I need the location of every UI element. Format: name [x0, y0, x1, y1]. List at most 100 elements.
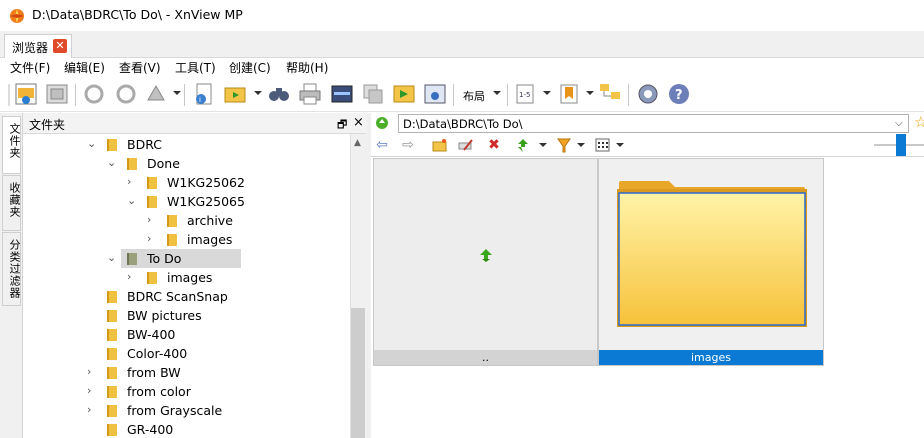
tree-item-label: BW pictures — [127, 308, 202, 323]
tree-item[interactable]: BW pictures — [23, 306, 350, 325]
transform-icon[interactable] — [144, 82, 168, 106]
tree-item[interactable]: GR-400 — [23, 420, 350, 438]
folder-icon — [167, 234, 177, 246]
menu-create[interactable]: 创建(C) — [229, 59, 271, 76]
rotate-right-icon[interactable] — [114, 82, 138, 106]
scroll-up-arrow-icon[interactable]: ▲ — [354, 138, 361, 148]
tree-item[interactable]: ⌄ BDRC — [23, 135, 350, 154]
menu-tools[interactable]: 工具(T) — [175, 59, 216, 76]
tree-item[interactable]: › archive — [23, 211, 350, 230]
tree-item[interactable]: › images — [23, 268, 350, 287]
chevron-down-icon[interactable]: ⌄ — [87, 137, 99, 150]
tree-item[interactable]: ⌄ Done — [23, 154, 350, 173]
chevron-right-icon[interactable]: › — [147, 213, 159, 226]
fullscreen-icon[interactable] — [45, 82, 69, 106]
open-folder-icon[interactable] — [14, 82, 38, 106]
layout-dropdown-icon[interactable] — [493, 91, 501, 95]
view-mode-icon[interactable] — [595, 138, 610, 152]
filter-icon[interactable] — [557, 138, 571, 153]
scan-icon[interactable] — [330, 82, 354, 106]
tree-scrollbar-thumb[interactable] — [351, 308, 365, 438]
sync-dropdown-icon[interactable] — [539, 143, 547, 147]
layout-button[interactable]: 布局 — [463, 88, 485, 104]
filter-dropdown-icon[interactable] — [577, 143, 585, 147]
tree-item-label: GR-400 — [127, 422, 174, 437]
chevron-down-icon[interactable]: ⌄ — [107, 251, 119, 264]
folder-icon — [127, 158, 137, 170]
bookmark-icon[interactable] — [557, 82, 581, 106]
thumbnail-folder-images[interactable]: images — [598, 158, 824, 366]
tree-item-label: archive — [187, 213, 233, 228]
toolbar-separator — [184, 84, 185, 106]
chevron-right-icon[interactable]: › — [147, 232, 159, 245]
convert-icon[interactable] — [361, 82, 385, 106]
thumbnail-caption: images — [599, 350, 823, 365]
folder-tree-icon[interactable] — [598, 82, 622, 106]
chevron-right-icon[interactable]: › — [127, 175, 139, 188]
view-mode-dropdown-icon[interactable] — [616, 143, 624, 147]
thumbnail-size-slider-thumb[interactable] — [896, 134, 906, 156]
tree-item-label: Done — [147, 156, 180, 171]
side-tab-folders[interactable]: 文件夹 — [2, 116, 21, 174]
side-tab-favorites[interactable]: 收藏夹 — [2, 175, 21, 231]
folder-tree: ⌄ BDRC ⌄ Done › W1KG25062 ⌄ W1KG25065 › archive › i… — [23, 134, 350, 438]
tree-item[interactable]: Color-400 — [23, 344, 350, 363]
find-icon[interactable] — [267, 82, 291, 106]
rename-icon[interactable] — [458, 138, 473, 152]
sync-icon[interactable] — [516, 138, 531, 153]
tree-item[interactable]: › from BW — [23, 363, 350, 382]
rotate-left-icon[interactable] — [82, 82, 106, 106]
menu-edit[interactable]: 编辑(E) — [64, 59, 105, 76]
refresh-icon[interactable] — [374, 115, 390, 131]
print-icon[interactable] — [298, 82, 322, 106]
thumbnail-caption: .. — [374, 350, 597, 365]
chevron-right-icon[interactable]: › — [87, 365, 99, 378]
folder-icon — [107, 367, 117, 379]
transform-dropdown-icon[interactable] — [173, 91, 181, 95]
chevron-right-icon[interactable]: › — [127, 270, 139, 283]
chevron-right-icon[interactable]: › — [87, 384, 99, 397]
chevron-down-icon[interactable]: ⌵ — [895, 118, 903, 129]
new-folder-icon[interactable] — [432, 138, 447, 152]
menu-help[interactable]: 帮助(H) — [286, 59, 328, 76]
move-to-icon[interactable] — [223, 82, 247, 106]
panel-float-icon[interactable]: 🗗 — [337, 116, 347, 135]
help-icon[interactable]: ? — [667, 82, 691, 106]
menu-bar: 文件(F) 编辑(E) 查看(V) 工具(T) 创建(C) 帮助(H) — [0, 58, 924, 78]
tree-item[interactable]: BDRC ScanSnap — [23, 287, 350, 306]
panel-close-icon[interactable]: × — [353, 115, 364, 130]
tab-close-icon[interactable]: ✕ — [53, 39, 67, 53]
side-tab-category-filter[interactable]: 分类过滤器 — [2, 232, 21, 306]
tree-item[interactable]: › from color — [23, 382, 350, 401]
properties-icon[interactable]: i — [192, 82, 216, 106]
sort-icon[interactable]: 1-5 — [513, 82, 537, 106]
move-dropdown-icon[interactable] — [254, 91, 262, 95]
delete-icon[interactable]: ✖ — [486, 137, 502, 153]
back-arrow-icon[interactable]: ⇦ — [374, 137, 390, 153]
menu-view[interactable]: 查看(V) — [119, 59, 161, 76]
svg-text:i: i — [199, 96, 201, 104]
capture-icon[interactable] — [423, 82, 447, 106]
menu-file[interactable]: 文件(F) — [10, 59, 50, 76]
chevron-down-icon[interactable]: ⌄ — [107, 156, 119, 169]
address-input[interactable]: D:\Data\BDRC\To Do\ — [403, 117, 523, 131]
sort-dropdown-icon[interactable] — [543, 91, 551, 95]
export-icon[interactable] — [392, 82, 416, 106]
tab-strip: 浏览器 ✕ — [0, 31, 924, 58]
chevron-down-icon[interactable]: ⌄ — [127, 194, 139, 207]
tab-browser[interactable]: 浏览器 ✕ — [4, 34, 72, 58]
chevron-right-icon[interactable]: › — [87, 403, 99, 416]
tree-item[interactable]: ⌄ W1KG25065 — [23, 192, 350, 211]
address-combobox[interactable]: D:\Data\BDRC\To Do\ ⌵ — [398, 114, 909, 133]
settings-gear-icon[interactable] — [636, 82, 660, 106]
tree-item[interactable]: ⌄ To Do — [23, 249, 350, 268]
bookmark-dropdown-icon[interactable] — [586, 91, 594, 95]
forward-arrow-icon[interactable]: ⇨ — [400, 137, 416, 153]
tree-item[interactable]: BW-400 — [23, 325, 350, 344]
tree-item[interactable]: › W1KG25062 — [23, 173, 350, 192]
svg-text:1-5: 1-5 — [519, 91, 530, 99]
tree-item[interactable]: › images — [23, 230, 350, 249]
tree-item[interactable]: › from Grayscale — [23, 401, 350, 420]
favorite-star-icon[interactable]: ☆ — [914, 113, 924, 131]
thumbnail-parent-folder[interactable]: .. — [373, 158, 598, 366]
